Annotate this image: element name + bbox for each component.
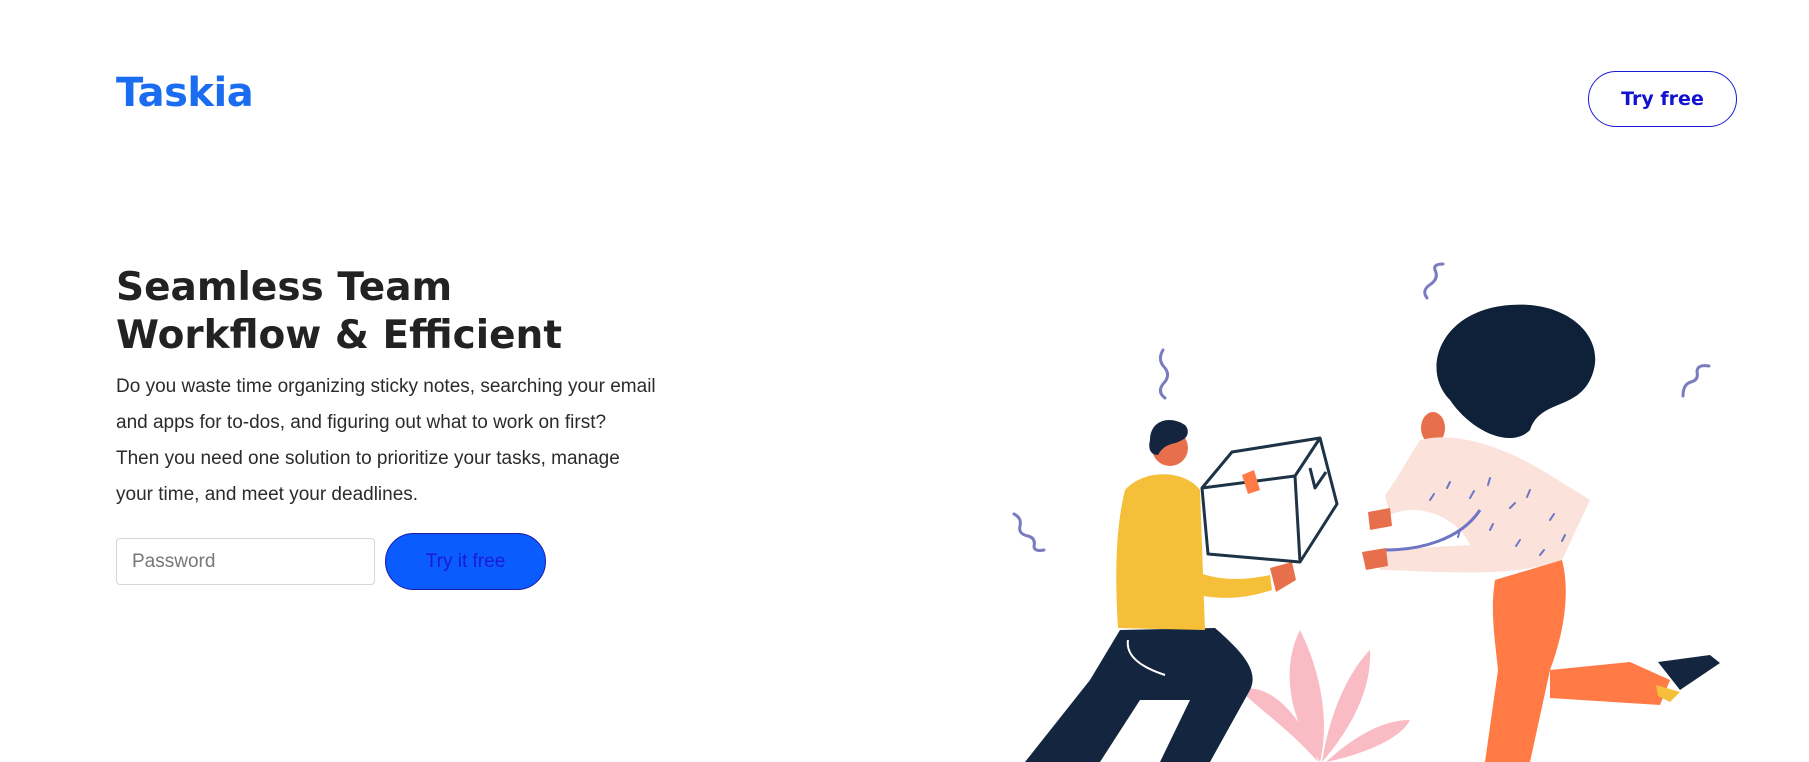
try-free-button[interactable]: Try free (1588, 71, 1737, 127)
people-exchanging-box-illustration (1012, 262, 1720, 762)
woman-shirt (1380, 437, 1590, 573)
brand-logo[interactable]: Taskia (116, 70, 254, 116)
squiggle-decoration (1681, 364, 1711, 398)
squiggle-decoration (1012, 512, 1046, 552)
hero-title-line-1: Seamless Team (116, 265, 453, 310)
try-it-free-button[interactable]: Try it free (385, 533, 546, 590)
hero-description-line-1: Do you waste time organizing sticky note… (116, 376, 656, 397)
squiggle-decoration (1158, 348, 1170, 400)
squiggle-decoration (1423, 262, 1445, 300)
plant-icon (1240, 630, 1410, 762)
man-legs (1025, 628, 1253, 762)
box-icon (1200, 436, 1339, 564)
woman-legs (1485, 560, 1566, 762)
hero-title: Seamless Team Workflow & Efficient (116, 264, 676, 360)
hero-description-line-2: and apps for to-dos, and figuring out wh… (116, 412, 607, 433)
woman-hair (1436, 304, 1596, 439)
hero-description-line-3: Then you need one solution to prioritize… (116, 448, 620, 469)
hero-description: Do you waste time organizing sticky note… (116, 369, 716, 513)
hero-title-line-2: Workflow & Efficient (116, 313, 562, 358)
password-input[interactable] (116, 538, 375, 585)
landing-page: Taskia Try free Seamless Team Workflow &… (0, 0, 1809, 762)
hero-description-line-4: your time, and meet your deadlines. (116, 484, 419, 505)
